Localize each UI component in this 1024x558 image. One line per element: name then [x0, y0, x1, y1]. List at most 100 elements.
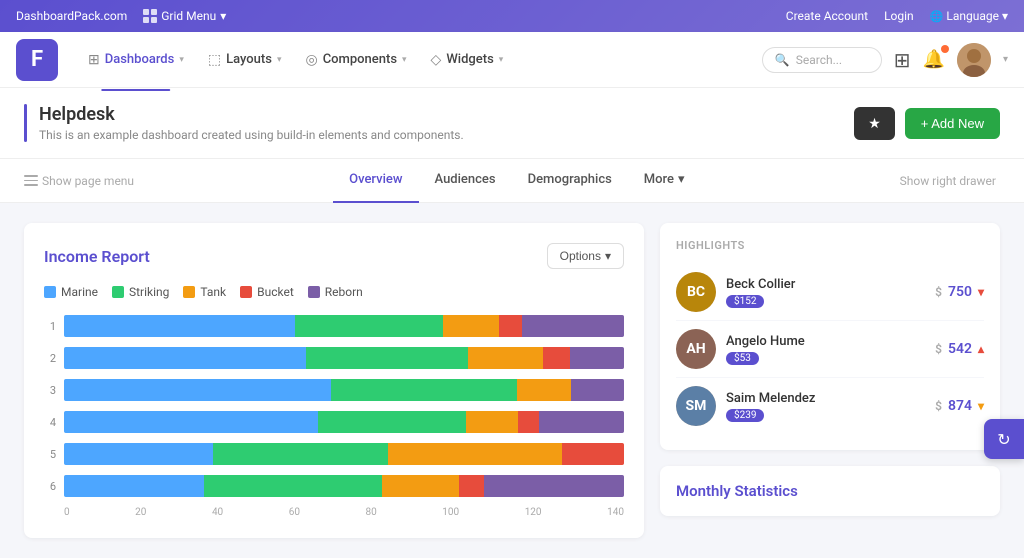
- legend-bucket: Bucket: [240, 285, 294, 299]
- chart-bar-segment: [468, 347, 543, 369]
- tank-label: Tank: [200, 285, 226, 299]
- create-account-link[interactable]: Create Account: [786, 9, 868, 23]
- language-selector[interactable]: 🌐 Language ▾: [930, 9, 1008, 23]
- highlight-name-angelo: Angelo Hume: [726, 334, 925, 349]
- highlight-info-angelo: Angelo Hume $53: [726, 334, 925, 365]
- notification-bell[interactable]: 🔔: [923, 49, 945, 70]
- reborn-label: Reborn: [325, 285, 363, 299]
- tabs: Overview Audiences Demographics More ▾: [333, 159, 700, 203]
- legend-striking: Striking: [112, 285, 169, 299]
- chart-bar-segment: [571, 379, 624, 401]
- chart-bar-segment: [64, 379, 331, 401]
- legend-reborn: Reborn: [308, 285, 363, 299]
- marine-label: Marine: [61, 285, 98, 299]
- nav-label-dashboards: Dashboards: [105, 52, 175, 67]
- monthly-stats-title: Monthly Statistics: [676, 482, 984, 500]
- chart-row-bars: [64, 475, 624, 497]
- chart-row: 5: [44, 443, 624, 465]
- chart-row: 2: [44, 347, 624, 369]
- tab-more-label: More: [644, 172, 674, 187]
- chart-bar-segment: [382, 475, 458, 497]
- top-bar-right: Create Account Login 🌐 Language ▾: [786, 9, 1008, 23]
- logo[interactable]: F: [16, 39, 58, 81]
- chart-row-label: 4: [44, 416, 56, 429]
- nav-item-widgets[interactable]: ◇ Widgets ▾: [421, 46, 514, 74]
- top-bar-left: DashboardPack.com Grid Menu ▾: [16, 9, 226, 23]
- dashboards-chevron: ▾: [179, 55, 184, 65]
- language-label: Language: [946, 9, 999, 23]
- layouts-icon: ⬚: [208, 52, 221, 68]
- highlight-name-saim: Saim Melendez: [726, 391, 925, 406]
- tab-more-chevron: ▾: [678, 172, 685, 187]
- site-label[interactable]: DashboardPack.com: [16, 9, 127, 23]
- highlight-amount-beck: $ 750 ▾: [935, 284, 984, 300]
- nav-bar: F ⊞ Dashboards ▾ ⬚ Layouts ▾ ◎ Component…: [0, 32, 1024, 88]
- income-report-card: Income Report Options ▾ Marine Striking …: [24, 223, 644, 538]
- show-page-menu-label: Show page menu: [42, 174, 134, 188]
- components-icon: ◎: [305, 52, 317, 68]
- chart-area: 1 2 3 4 5 6: [44, 315, 624, 497]
- chart-row: 1: [44, 315, 624, 337]
- chart-bar-segment: [64, 315, 295, 337]
- user-avatar[interactable]: [957, 43, 991, 77]
- chart-bar-segment: [570, 347, 624, 369]
- show-right-drawer[interactable]: Show right drawer: [900, 174, 1000, 188]
- grid-menu-label: Grid Menu: [161, 9, 216, 23]
- chart-row: 6: [44, 475, 624, 497]
- chart-row-bars: [64, 443, 624, 465]
- apps-grid-icon[interactable]: ⊞: [894, 48, 911, 72]
- monthly-stats-card: Monthly Statistics: [660, 466, 1000, 516]
- tab-demographics[interactable]: Demographics: [512, 159, 628, 203]
- options-button[interactable]: Options ▾: [547, 243, 624, 269]
- add-new-button[interactable]: + Add New: [905, 108, 1000, 139]
- avatar-beck: BC: [676, 272, 716, 312]
- nav-item-components[interactable]: ◎ Components ▾: [295, 46, 416, 74]
- income-report-header: Income Report Options ▾: [44, 243, 624, 269]
- options-label: Options: [560, 249, 601, 263]
- chart-bar-segment: [539, 411, 624, 433]
- login-link[interactable]: Login: [884, 9, 914, 23]
- highlight-badge-beck: $152: [726, 295, 764, 308]
- tab-overview[interactable]: Overview: [333, 159, 418, 203]
- chart-bar-segment: [484, 475, 624, 497]
- user-menu-chevron[interactable]: ▾: [1003, 54, 1008, 65]
- chart-row-label: 2: [44, 352, 56, 365]
- nav-item-layouts[interactable]: ⬚ Layouts ▾: [198, 46, 292, 74]
- striking-label: Striking: [129, 285, 169, 299]
- chart-bar-segment: [64, 475, 204, 497]
- chart-row-label: 6: [44, 480, 56, 493]
- legend-marine: Marine: [44, 285, 98, 299]
- nav-item-dashboards[interactable]: ⊞ Dashboards ▾: [78, 46, 194, 74]
- show-page-menu[interactable]: Show page menu: [24, 174, 134, 188]
- chart-row-label: 1: [44, 320, 56, 333]
- chart-bar-segment: [64, 411, 318, 433]
- avatar-image: [957, 43, 991, 77]
- chart-bar-segment: [331, 379, 518, 401]
- avatar-angelo: AH: [676, 329, 716, 369]
- tab-audiences[interactable]: Audiences: [419, 159, 512, 203]
- chart-bar-segment: [64, 443, 213, 465]
- highlight-badge-saim: $239: [726, 409, 764, 422]
- chart-legend: Marine Striking Tank Bucket Reborn: [44, 285, 624, 299]
- legend-tank: Tank: [183, 285, 226, 299]
- search-box[interactable]: 🔍 Search...: [762, 47, 882, 73]
- highlights-title: HIGHLIGHTS: [676, 239, 984, 252]
- dashboards-icon: ⊞: [88, 52, 100, 68]
- chart-bar-segment: [517, 379, 570, 401]
- notification-badge: [941, 45, 949, 53]
- grid-menu[interactable]: Grid Menu ▾: [143, 9, 226, 23]
- chart-bar-segment: [64, 347, 306, 369]
- highlight-item-1: AH Angelo Hume $53 $ 542 ▴: [676, 321, 984, 378]
- avatar-saim-inner: SM: [676, 386, 716, 426]
- globe-icon: 🌐: [930, 10, 944, 23]
- refresh-icon: ↻: [997, 430, 1010, 449]
- star-button[interactable]: ★: [854, 107, 895, 140]
- tank-dot: [183, 286, 195, 298]
- tab-more[interactable]: More ▾: [628, 159, 701, 203]
- chart-row-label: 3: [44, 384, 56, 397]
- amount-beck: 750: [948, 284, 972, 300]
- tab-overview-label: Overview: [349, 172, 402, 187]
- highlight-item-0: BC Beck Collier $152 $ 750 ▾: [676, 264, 984, 321]
- trend-angelo-icon: ▴: [978, 342, 984, 356]
- refresh-button[interactable]: ↻: [984, 419, 1024, 459]
